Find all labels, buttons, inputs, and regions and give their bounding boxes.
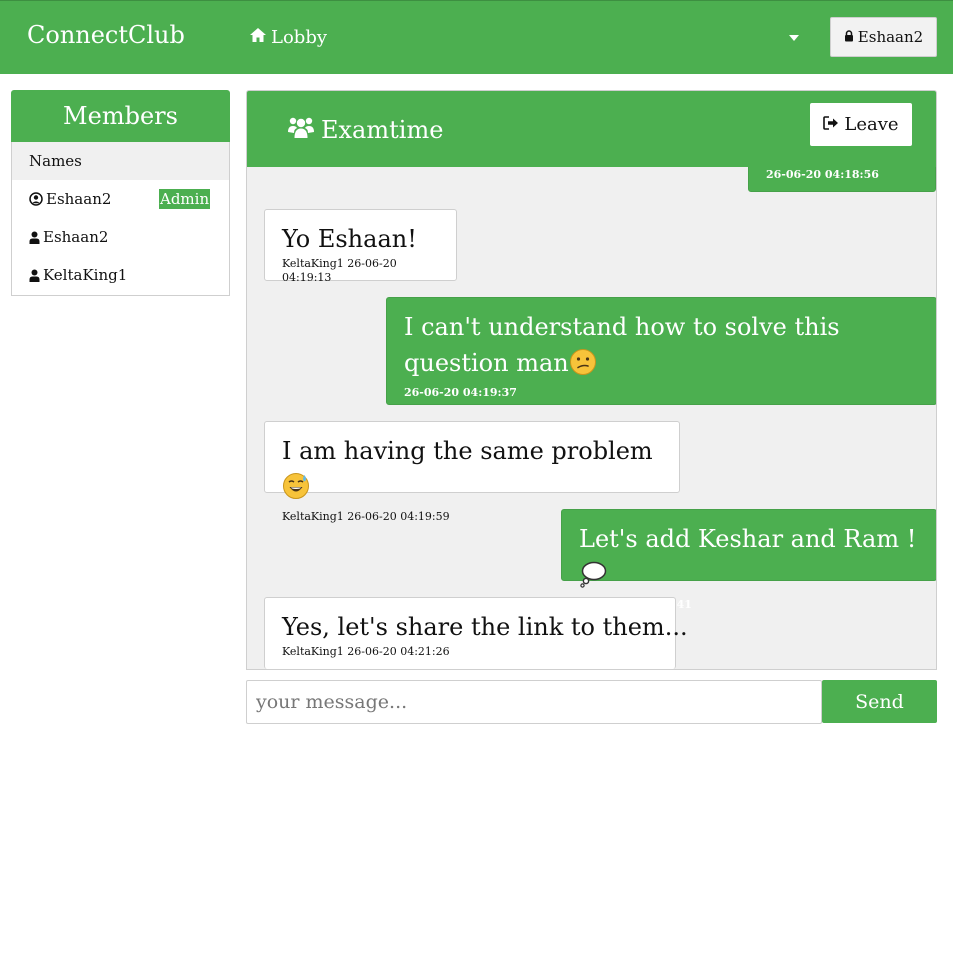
member-list-item: Eshaan2 bbox=[12, 218, 229, 256]
member-name: Eshaan2 bbox=[43, 228, 109, 246]
lock-icon bbox=[844, 28, 854, 46]
sweat-smile-icon bbox=[282, 472, 310, 510]
message-text: Yo Eshaan! bbox=[282, 225, 417, 253]
chat-messages-area[interactable]: 26-06-20 04:18:56 Yo Eshaan! KeltaKing1 … bbox=[246, 167, 937, 670]
send-button[interactable]: Send bbox=[822, 680, 937, 723]
incoming-message: Yo Eshaan! KeltaKing1 26-06-20 04:19:13 bbox=[264, 209, 457, 284]
leave-room-label: Leave bbox=[844, 114, 899, 135]
member-name: Eshaan2 bbox=[46, 190, 112, 208]
message-text-wrap: Let's add Keshar and Ram ! bbox=[579, 521, 919, 598]
sign-out-icon bbox=[823, 114, 839, 135]
top-navbar: ConnectClub Lobby Eshaan2 bbox=[0, 0, 953, 74]
nav-lobby-label: Lobby bbox=[271, 27, 328, 48]
incoming-message: Yes, let's share the link to them... Kel… bbox=[264, 597, 688, 669]
outgoing-message: 26-06-20 04:18:56 bbox=[748, 167, 936, 192]
nav-lobby-link[interactable]: Lobby bbox=[249, 27, 327, 48]
chat-room-header: Examtime Leave bbox=[246, 90, 937, 167]
message-meta: KeltaKing1 26-06-20 04:21:26 bbox=[282, 645, 450, 658]
message-text: I am having the same problem bbox=[282, 437, 653, 465]
outgoing-message: I can't understand how to solve this que… bbox=[386, 297, 936, 405]
user-account-label: Eshaan2 bbox=[857, 28, 924, 46]
message-meta: KeltaKing1 26-06-20 04:19:13 bbox=[282, 257, 397, 284]
message-text-wrap: I can't understand how to solve this que… bbox=[404, 309, 919, 386]
message-text-wrap: I am having the same problem bbox=[282, 433, 662, 510]
home-icon bbox=[249, 27, 267, 48]
user-circle-icon bbox=[29, 192, 43, 206]
user-icon bbox=[29, 231, 40, 244]
incoming-message: I am having the same problem KeltaKing1 … bbox=[264, 421, 680, 523]
message-input[interactable] bbox=[246, 680, 822, 724]
admin-badge: Admin bbox=[159, 189, 211, 209]
confused-face-icon bbox=[569, 348, 597, 386]
members-column-header: Names bbox=[12, 142, 229, 180]
brand-logo[interactable]: ConnectClub bbox=[27, 21, 185, 49]
leave-room-button[interactable]: Leave bbox=[810, 103, 912, 146]
message-text: I can't understand how to solve this que… bbox=[404, 313, 840, 377]
member-list-item: KeltaKing1 bbox=[12, 256, 229, 294]
chevron-down-icon[interactable] bbox=[789, 35, 799, 41]
members-list: Names Eshaan2 Admin Eshaan2 KeltaKing1 bbox=[11, 142, 230, 296]
thought-balloon-icon bbox=[579, 560, 607, 598]
room-title-label: Examtime bbox=[321, 116, 444, 144]
user-icon bbox=[29, 269, 40, 282]
message-meta: 26-06-20 04:18:56 bbox=[766, 168, 879, 181]
outgoing-message: Let's add Keshar and Ram ! 26-06-20 04:2… bbox=[561, 509, 936, 611]
user-account-button[interactable]: Eshaan2 bbox=[830, 17, 937, 57]
member-list-item: Eshaan2 Admin bbox=[12, 180, 229, 218]
room-title: Examtime bbox=[287, 115, 443, 145]
member-name: KeltaKing1 bbox=[43, 266, 128, 284]
message-text: Yes, let's share the link to them... bbox=[282, 613, 688, 641]
members-panel-header: Members bbox=[11, 90, 230, 142]
message-meta: 26-06-20 04:19:37 bbox=[404, 386, 517, 399]
message-text: Let's add Keshar and Ram ! bbox=[579, 525, 917, 553]
users-group-icon bbox=[287, 115, 315, 145]
